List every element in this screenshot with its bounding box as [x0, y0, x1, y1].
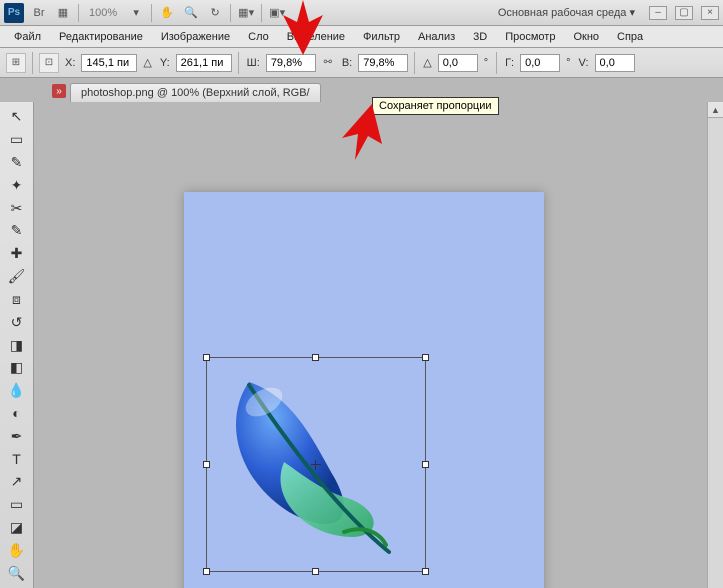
- skew-h-input[interactable]: [520, 54, 560, 72]
- document-tab[interactable]: photoshop.png @ 100% (Верхний слой, RGB/: [70, 83, 321, 102]
- y-input[interactable]: [176, 54, 232, 72]
- handle-top-left[interactable]: [203, 354, 210, 361]
- zoom-tool[interactable]: 🔍: [4, 562, 30, 584]
- angle-icon: △: [421, 56, 433, 69]
- y-label: Y:: [158, 57, 172, 69]
- dodge-tool[interactable]: ◐: [4, 403, 30, 425]
- arrange-icon[interactable]: ▦▾: [237, 4, 255, 22]
- heal-tool[interactable]: ✚: [4, 243, 30, 265]
- hand-nav-icon[interactable]: ✋: [158, 4, 176, 22]
- document-tab-strip: » photoshop.png @ 100% (Верхний слой, RG…: [0, 78, 723, 102]
- eyedropper-tool[interactable]: ✎: [4, 220, 30, 242]
- angle-input[interactable]: [438, 54, 478, 72]
- pen-tool[interactable]: ✒: [4, 425, 30, 447]
- toolbox: ↖ ▭ ✎ ✦ ✂ ✎ ✚ 🖌 ⧈ ↺ ◨ ◧ 💧 ◐ ✒ T ↗ ▭ ◪ ✋ …: [0, 102, 34, 588]
- menu-analysis[interactable]: Анализ: [410, 29, 463, 45]
- y-delta-icon: △: [141, 56, 153, 69]
- close-button[interactable]: ×: [701, 6, 719, 20]
- blur-tool[interactable]: 💧: [4, 380, 30, 402]
- type-tool[interactable]: T: [4, 448, 30, 470]
- canvas-area[interactable]: ▲: [34, 102, 723, 588]
- transform-bounding-box[interactable]: [206, 357, 426, 572]
- handle-top-mid[interactable]: [312, 354, 319, 361]
- menu-file[interactable]: Файл: [6, 29, 49, 45]
- menu-image[interactable]: Изображение: [153, 29, 238, 45]
- annotation-arrow-bottom: [330, 102, 390, 162]
- lasso-tool[interactable]: ✎: [4, 152, 30, 174]
- 3d-tool[interactable]: ◪: [4, 517, 30, 539]
- vertical-scrollbar[interactable]: ▲: [707, 102, 723, 588]
- title-bar: Ps Br ▦ 100% ▾ ✋ 🔍 ↻ ▦▾ ▣▾ Основная рабо…: [0, 0, 723, 26]
- mini-bridge-icon[interactable]: ▦: [54, 4, 72, 22]
- skew-deg-icon: °: [564, 57, 572, 69]
- handle-bot-right[interactable]: [422, 568, 429, 575]
- transform-ref-icon[interactable]: ⊞: [6, 53, 26, 73]
- menu-3d[interactable]: 3D: [465, 29, 495, 45]
- workspace-switcher[interactable]: Основная рабочая среда ▾: [492, 6, 641, 19]
- maximize-button[interactable]: ▢: [675, 6, 693, 20]
- minimize-button[interactable]: –: [649, 6, 667, 20]
- ref-point-icon[interactable]: ⊡: [39, 53, 59, 73]
- gradient-tool[interactable]: ◧: [4, 357, 30, 379]
- constrain-proportions-tooltip: Сохраняет пропорции: [372, 97, 499, 115]
- handle-mid-left[interactable]: [203, 461, 210, 468]
- path-select-tool[interactable]: ↗: [4, 471, 30, 493]
- skew-v-input[interactable]: [595, 54, 635, 72]
- menu-edit[interactable]: Редактирование: [51, 29, 151, 45]
- stamp-tool[interactable]: ⧈: [4, 289, 30, 311]
- skew-v-label: V:: [577, 57, 591, 69]
- menu-bar: Файл Редактирование Изображение Сло Выде…: [0, 26, 723, 48]
- scroll-up-icon[interactable]: ▲: [708, 102, 723, 118]
- document-canvas[interactable]: [184, 192, 544, 588]
- marquee-tool[interactable]: ▭: [4, 129, 30, 151]
- bridge-icon[interactable]: Br: [30, 4, 48, 22]
- annotation-arrow-top: [273, 0, 333, 60]
- angle-deg-icon: °: [482, 57, 490, 69]
- menu-help[interactable]: Спра: [609, 29, 651, 45]
- panel-close-icon[interactable]: »: [52, 84, 66, 98]
- handle-bot-left[interactable]: [203, 568, 210, 575]
- work-area: ↖ ▭ ✎ ✦ ✂ ✎ ✚ 🖌 ⧈ ↺ ◨ ◧ 💧 ◐ ✒ T ↗ ▭ ◪ ✋ …: [0, 102, 723, 588]
- x-label: X:: [63, 57, 77, 69]
- hand-tool[interactable]: ✋: [4, 539, 30, 561]
- wand-tool[interactable]: ✦: [4, 174, 30, 196]
- brush-tool[interactable]: 🖌: [4, 266, 30, 288]
- handle-top-right[interactable]: [422, 354, 429, 361]
- options-bar: ⊞ ⊡ X: △ Y: Ш: ⚯ В: △ ° Г: ° V:: [0, 48, 723, 78]
- move-tool[interactable]: ↖: [4, 106, 30, 128]
- shape-tool[interactable]: ▭: [4, 494, 30, 516]
- history-brush-tool[interactable]: ↺: [4, 311, 30, 333]
- zoom-nav-icon[interactable]: 🔍: [182, 4, 200, 22]
- app-logo: Ps: [4, 3, 24, 23]
- skew-h-label: Г:: [503, 57, 516, 69]
- zoom-level[interactable]: 100%: [85, 7, 121, 19]
- handle-mid-right[interactable]: [422, 461, 429, 468]
- handle-bot-mid[interactable]: [312, 568, 319, 575]
- transform-center-icon[interactable]: [311, 460, 321, 470]
- menu-layer[interactable]: Сло: [240, 29, 277, 45]
- h-label: В:: [340, 57, 354, 69]
- w-label: Ш:: [245, 57, 262, 69]
- menu-view[interactable]: Просмотр: [497, 29, 563, 45]
- menu-filter[interactable]: Фильтр: [355, 29, 408, 45]
- crop-tool[interactable]: ✂: [4, 197, 30, 219]
- eraser-tool[interactable]: ◨: [4, 334, 30, 356]
- rotate-view-icon[interactable]: ↻: [206, 4, 224, 22]
- h-input[interactable]: [358, 54, 408, 72]
- x-input[interactable]: [81, 54, 137, 72]
- zoom-dropdown-icon[interactable]: ▾: [127, 4, 145, 22]
- menu-window[interactable]: Окно: [565, 29, 607, 45]
